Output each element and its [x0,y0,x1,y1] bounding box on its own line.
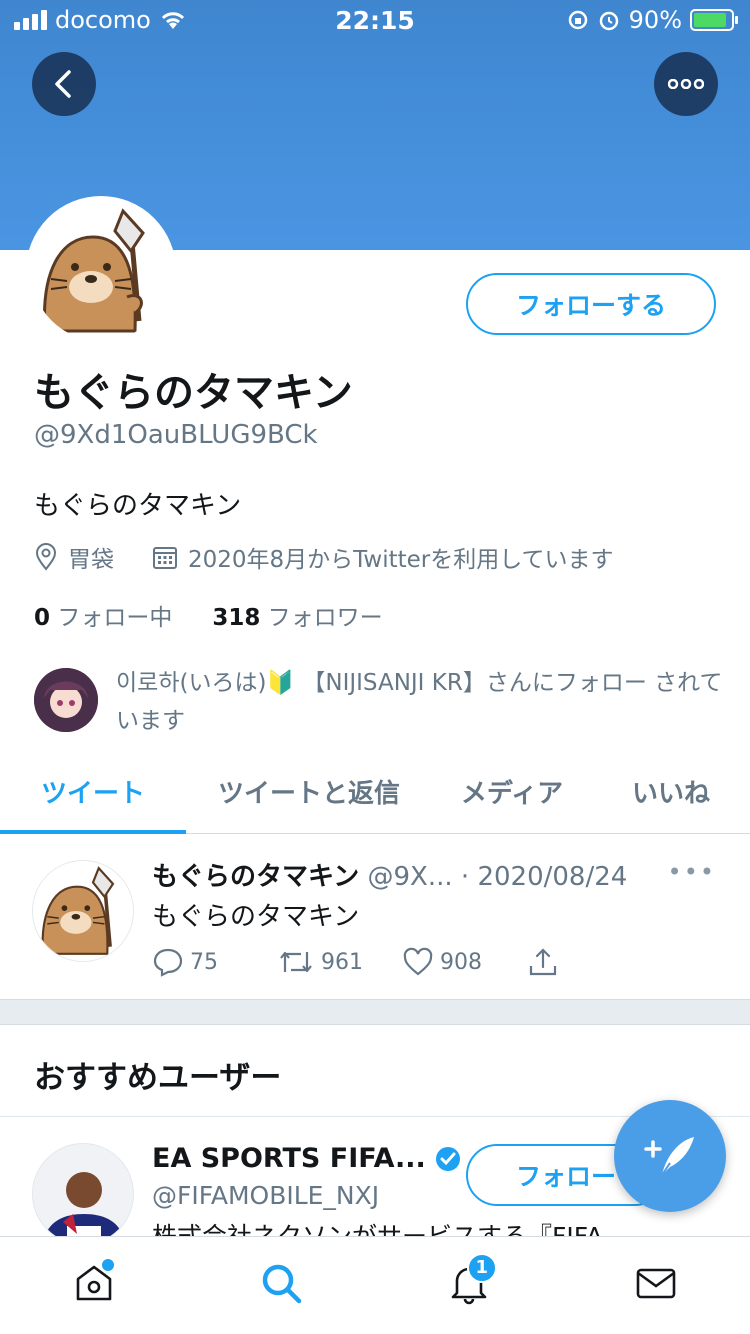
search-icon [263,1264,302,1303]
alarm-icon [599,11,618,31]
nav-home[interactable] [64,1253,124,1313]
recommended-user-name-row: EA SPORTS FIFA... [152,1143,462,1174]
like-button[interactable]: 908 [402,946,527,978]
recommended-user-desc: 株式会社ネクソンがサービスする『FIFA [152,1222,603,1237]
rotation-lock-icon [568,10,587,30]
nav-messages[interactable] [626,1253,686,1313]
retweet-button[interactable]: 961 [277,946,402,978]
tab-tweets-replies[interactable]: ツイートと返信 [186,750,432,832]
followed-by-row[interactable]: 이로하(いろは)🔰 【NIJISANJI KR】さんにフォロー されています [34,664,724,740]
calendar-icon [153,547,177,569]
followed-by-text: 이로하(いろは)🔰 【NIJISANJI KR】さんにフォロー されています [116,670,723,734]
battery-percent: 90% [628,6,682,34]
nav-search[interactable] [251,1253,311,1313]
followers-count: 318 [212,605,261,631]
tab-likes[interactable]: いいね [592,750,750,832]
more-button[interactable] [654,52,718,116]
retweet-icon [280,951,312,973]
tweet-avatar[interactable] [32,860,134,962]
section-divider [0,999,750,1025]
tweet-actions: 75 961 908 [152,946,652,978]
notification-badge: 1 [466,1252,497,1283]
tweet-date: · 2020/08/24 [460,862,628,892]
follow-counts: 0 フォロー中 318 フォロワー [34,598,383,632]
bottom-nav: 1 [0,1236,750,1334]
tweet-header: もぐらのタマキン @9X... · 2020/08/24 [152,856,712,893]
recommended-users-title: おすすめユーザー [34,1060,282,1096]
location-label: 胃袋 [68,547,114,573]
tab-media[interactable]: メディア [432,750,592,832]
tweet-more-icon[interactable]: ••• [668,858,716,886]
compose-icon [644,1137,694,1176]
share-icon [529,948,557,976]
followers-stat[interactable]: 318 フォロワー [212,598,382,632]
tweet-author-handle: @9X... [367,862,453,892]
reply-count: 75 [190,949,218,975]
follower-avatar [34,668,98,732]
joined-label: 2020年8月からTwitterを利用しています [188,547,614,573]
retweet-count: 961 [321,949,363,975]
more-icon [668,79,704,89]
profile-meta: 胃袋 2020年8月からTwitterを利用しています [34,540,614,574]
back-button[interactable] [32,52,96,116]
profile-avatar[interactable] [26,196,176,346]
mole-avatar-image [31,201,171,341]
profile-tabs: ツイート ツイートと返信 メディア いいね [0,750,750,834]
recommended-user-handle: @FIFAMOBILE_NXJ [152,1181,380,1210]
back-icon [55,70,71,98]
nav-notifications[interactable]: 1 [439,1252,499,1313]
battery-icon [690,9,738,31]
tweet-item[interactable]: もぐらのタマキン @9X... · 2020/08/24 ••• もぐらのタマキ… [0,834,750,999]
status-bar: docomo 22:15 90% [0,0,750,40]
like-count: 908 [440,949,482,975]
reply-button[interactable]: 75 [152,946,277,978]
profile-bio: もぐらのタマキン [34,491,242,521]
following-label: フォロー中 [57,605,173,631]
tab-tweets[interactable]: ツイート [0,750,186,834]
recommended-user-name: EA SPORTS FIFA... [152,1143,426,1174]
follow-button[interactable]: フォローする [466,273,716,335]
recommended-user-avatar[interactable] [32,1143,134,1237]
profile-handle: @9Xd1OauBLUG9BCk [34,420,318,450]
share-button[interactable] [527,946,652,978]
tweet-text: もぐらのタマキン [152,902,360,932]
like-icon [403,947,433,976]
profile-name: もぐらのタマキン [34,370,353,416]
reply-icon [153,948,183,977]
following-stat[interactable]: 0 フォロー中 [34,598,172,632]
following-count: 0 [34,605,51,631]
tweet-author-name: もぐらのタマキン [152,862,360,892]
location-icon [35,543,57,571]
followers-label: フォロワー [267,605,383,631]
verified-badge-icon [435,1146,460,1171]
home-new-dot [101,1258,114,1271]
mail-icon [636,1268,676,1298]
compose-tweet-button[interactable] [614,1100,726,1212]
mole-avatar-image [33,861,133,961]
